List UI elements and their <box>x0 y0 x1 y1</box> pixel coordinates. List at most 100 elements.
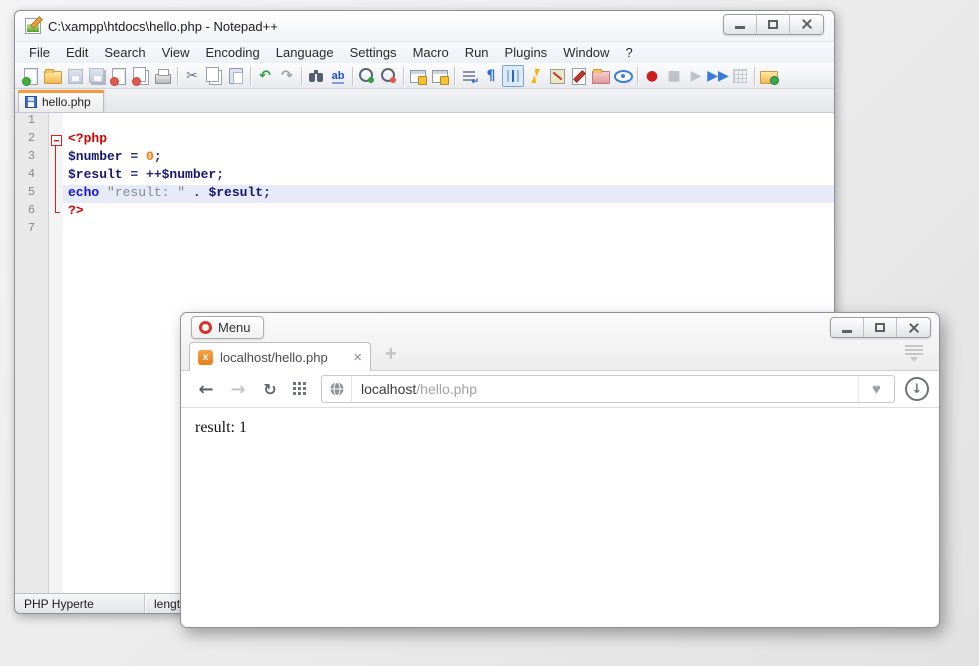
menu-item[interactable]: Edit <box>58 44 96 61</box>
maximize-icon <box>768 20 778 29</box>
address-bar[interactable]: localhost/hello.php ♥ <box>321 375 895 403</box>
code-line <box>63 113 834 131</box>
code-token: echo <box>68 185 99 200</box>
maximize-button[interactable] <box>864 318 897 337</box>
url-path: /hello.php <box>416 381 477 397</box>
bookmark-heart-button[interactable]: ♥ <box>858 376 894 402</box>
browser-tab-label: localhost/hello.php <box>220 350 328 365</box>
menu-item[interactable]: Plugins <box>497 44 556 61</box>
reload-button[interactable]: ↻ <box>255 380 285 399</box>
notepad-menubar: FileEditSearchViewEncodingLanguageSettin… <box>15 41 834 63</box>
redo-icon[interactable]: ↷ <box>276 65 298 87</box>
monitoring-eye-icon[interactable] <box>612 65 634 87</box>
menu-item[interactable]: Window <box>555 44 617 61</box>
show-all-characters-icon[interactable]: ¶ <box>480 65 502 87</box>
open-file-icon[interactable] <box>42 65 64 87</box>
line-number: 3 <box>15 149 48 167</box>
menu-item[interactable]: File <box>21 44 58 61</box>
zoom-out-icon[interactable] <box>378 65 400 87</box>
maximize-button[interactable] <box>757 15 790 34</box>
print-icon[interactable] <box>152 65 174 87</box>
paste-icon[interactable] <box>225 65 247 87</box>
back-button[interactable]: ← <box>191 379 221 400</box>
browser-tab-localhost[interactable]: x localhost/hello.php × <box>189 342 371 371</box>
tab-close-icon[interactable]: × <box>353 350 362 365</box>
toolbar-separator <box>174 65 181 87</box>
menu-item[interactable]: Macro <box>405 44 457 61</box>
page-output-text: result: 1 <box>195 419 247 436</box>
close-icon[interactable] <box>108 65 130 87</box>
function-list-icon[interactable] <box>524 65 546 87</box>
fold-collapse-icon[interactable] <box>49 131 63 149</box>
downloads-button[interactable]: ↓ <box>905 377 929 401</box>
notepad-window-controls <box>723 14 824 35</box>
tab-menu-icon[interactable] <box>905 345 923 362</box>
opera-window: Menu x localhost/hello.php × + ← → ↻ <box>180 312 940 628</box>
close-button[interactable] <box>897 318 930 337</box>
find-icon[interactable] <box>305 65 327 87</box>
speed-dial-button[interactable] <box>287 382 313 396</box>
fold-margin-cell <box>49 149 63 167</box>
document-map-icon[interactable] <box>546 65 568 87</box>
menu-item[interactable]: View <box>154 44 198 61</box>
notepad-toolbar: ✂↶↷¶●■▶▶▶ <box>15 63 834 89</box>
code-token: = <box>123 149 146 164</box>
sync-vertical-scroll-icon[interactable] <box>407 65 429 87</box>
menu-item[interactable]: Run <box>457 44 497 61</box>
undo-icon[interactable]: ↶ <box>254 65 276 87</box>
macro-play-icon[interactable]: ▶ <box>685 65 707 87</box>
save-icon[interactable] <box>64 65 86 87</box>
macro-record-icon[interactable]: ● <box>641 65 663 87</box>
document-switcher-icon[interactable] <box>568 65 590 87</box>
opera-menu-label: Menu <box>218 320 251 335</box>
open-containing-folder-icon[interactable] <box>758 65 780 87</box>
notepadpp-app-icon <box>25 18 41 34</box>
opera-toolbar: ← → ↻ localhost/hello.php ♥ <box>181 371 939 408</box>
opera-logo-icon <box>199 321 212 334</box>
macro-save-icon[interactable] <box>729 65 751 87</box>
fold-margin-cell <box>49 203 63 221</box>
code-token: "result: " <box>107 185 185 200</box>
menu-item[interactable]: Settings <box>342 44 405 61</box>
url-text[interactable]: localhost/hello.php <box>352 381 858 397</box>
minimize-button[interactable] <box>831 318 864 337</box>
code-line <box>63 221 834 239</box>
macro-run-multiple-icon[interactable]: ▶▶ <box>707 65 729 87</box>
copy-icon[interactable] <box>203 65 225 87</box>
xampp-favicon: x <box>198 350 213 365</box>
sync-horizontal-scroll-icon[interactable] <box>429 65 451 87</box>
fold-margin <box>49 113 63 593</box>
fold-margin-cell <box>49 185 63 203</box>
indent-guide-icon[interactable] <box>502 65 524 87</box>
notepad-titlebar[interactable]: C:\xampp\htdocs\hello.php - Notepad++ <box>15 11 834 41</box>
menu-item[interactable]: Search <box>96 44 153 61</box>
site-info-button[interactable] <box>322 376 352 402</box>
replace-icon[interactable] <box>327 65 349 87</box>
word-wrap-icon[interactable] <box>458 65 480 87</box>
document-tab-hello-php[interactable]: hello.php <box>18 90 104 112</box>
menu-item[interactable]: Language <box>268 44 342 61</box>
line-number: 2 <box>15 131 48 149</box>
save-all-icon[interactable] <box>86 65 108 87</box>
minimize-icon <box>735 26 745 29</box>
code-token: . <box>185 185 208 200</box>
notepad-tabbar: hello.php <box>15 89 834 113</box>
forward-button[interactable]: → <box>223 379 253 400</box>
download-arrow-icon: ↓ <box>912 382 923 397</box>
new-file-icon[interactable] <box>20 65 42 87</box>
close-button[interactable] <box>790 15 823 34</box>
toolbar-separator <box>634 65 641 87</box>
notepad-window-title: C:\xampp\htdocs\hello.php - Notepad++ <box>48 19 278 34</box>
new-tab-button[interactable]: + <box>385 343 397 366</box>
minimize-icon <box>842 330 852 333</box>
opera-menu-button[interactable]: Menu <box>191 316 264 339</box>
menu-item[interactable]: ? <box>617 44 640 61</box>
saved-file-icon <box>25 96 37 108</box>
folder-as-workspace-icon[interactable] <box>590 65 612 87</box>
menu-item[interactable]: Encoding <box>198 44 268 61</box>
zoom-in-icon[interactable] <box>356 65 378 87</box>
minimize-button[interactable] <box>724 15 757 34</box>
close-all-icon[interactable] <box>130 65 152 87</box>
macro-stop-icon[interactable]: ■ <box>663 65 685 87</box>
cut-icon[interactable]: ✂ <box>181 65 203 87</box>
